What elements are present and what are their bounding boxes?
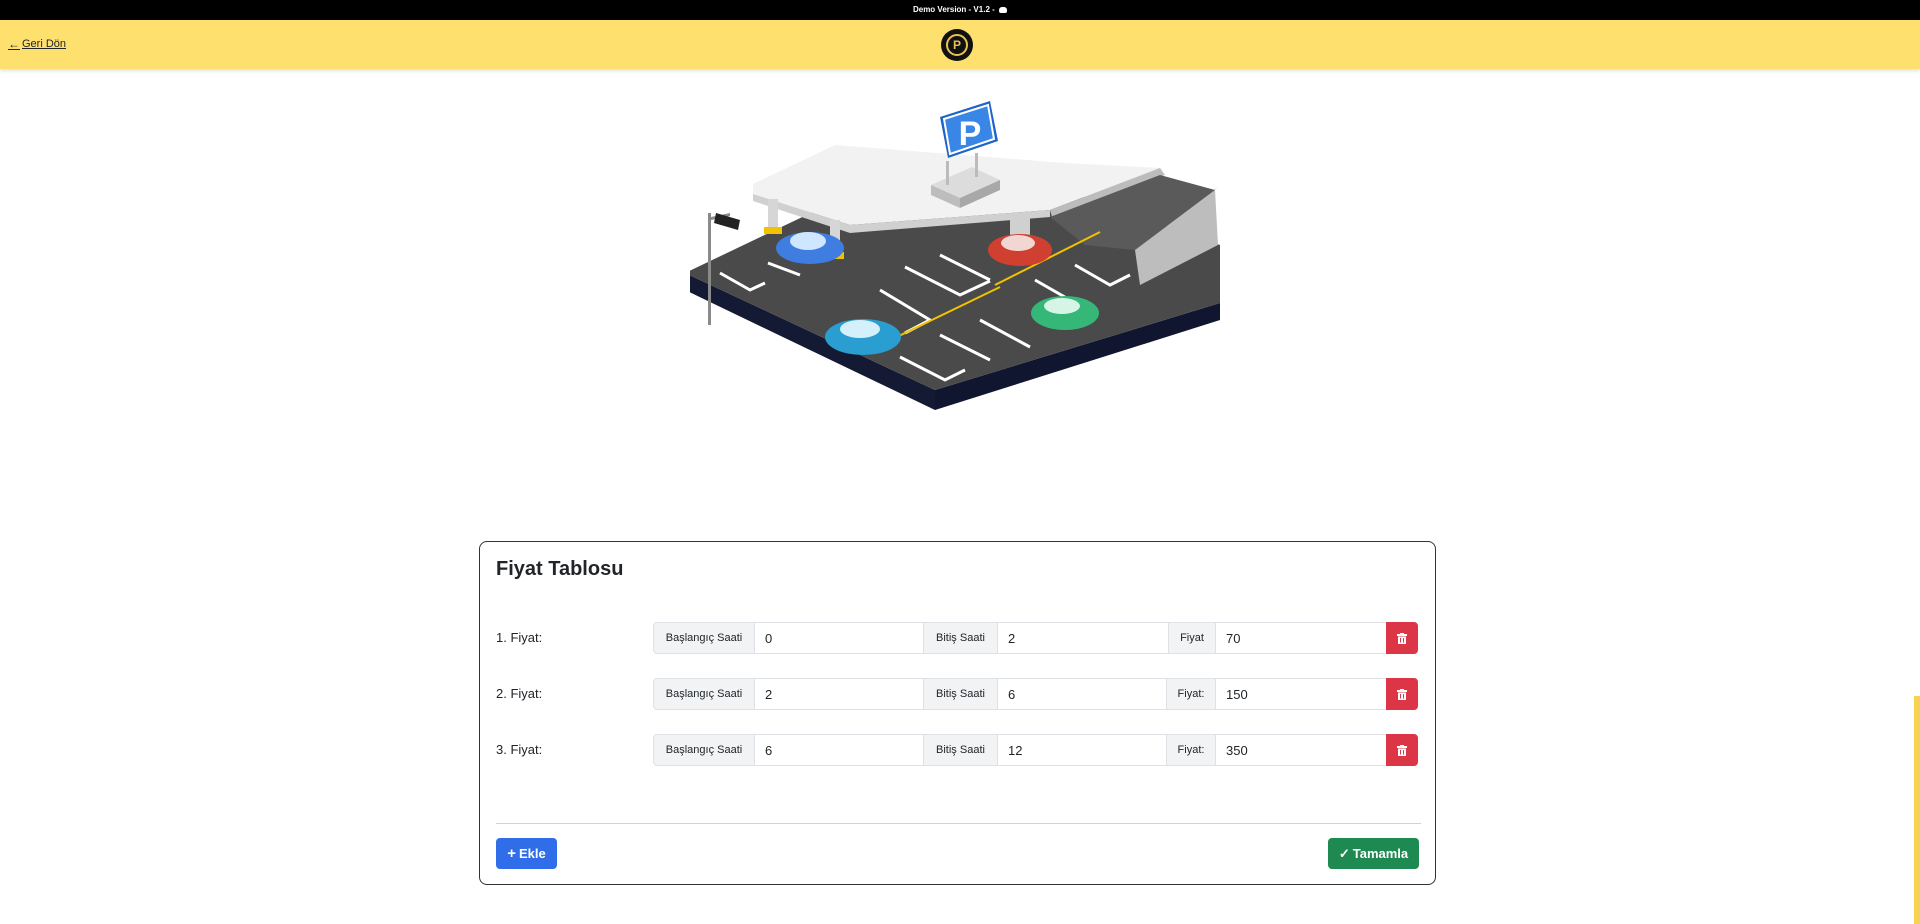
- price-input[interactable]: [1215, 734, 1387, 766]
- discord-icon[interactable]: [999, 6, 1008, 13]
- delete-row-button[interactable]: [1386, 678, 1418, 710]
- end-hour-input[interactable]: [997, 622, 1169, 654]
- price-row-label: 2. Fiyat:: [496, 686, 543, 701]
- end-hour-input[interactable]: [997, 734, 1167, 766]
- trash-icon: [1397, 744, 1407, 756]
- price-label: Fiyat: [1168, 622, 1216, 654]
- start-hour-label: Başlangıç Saati: [653, 622, 755, 654]
- price-row-3: 3. Fiyat: Başlangıç Saati Bitiş Saati Fi…: [496, 734, 1421, 766]
- sign-letter: P: [959, 115, 982, 153]
- arrow-left-icon: ←: [8, 36, 20, 51]
- logo-letter: P: [946, 34, 968, 56]
- parking-lot-illustration: P: [690, 101, 1220, 410]
- parking-logo-icon[interactable]: P: [941, 29, 973, 61]
- price-input[interactable]: [1215, 678, 1387, 710]
- plus-icon: +: [507, 845, 516, 862]
- start-hour-input[interactable]: [754, 734, 924, 766]
- start-hour-input[interactable]: [754, 678, 924, 710]
- end-hour-label: Bitiş Saati: [923, 678, 998, 710]
- back-link[interactable]: ← Geri Dön: [8, 36, 67, 51]
- price-row-label: 3. Fiyat:: [496, 742, 543, 757]
- end-hour-input[interactable]: [997, 678, 1167, 710]
- check-icon: ✓: [1338, 845, 1350, 861]
- delete-row-button[interactable]: [1386, 734, 1418, 766]
- app-header: ← Geri Dön P: [0, 20, 1920, 69]
- price-row-2: 2. Fiyat: Başlangıç Saati Bitiş Saati Fi…: [496, 678, 1421, 710]
- price-input[interactable]: [1215, 622, 1387, 654]
- trash-icon: [1397, 688, 1407, 700]
- end-hour-label: Bitiş Saati: [923, 622, 998, 654]
- scrollbar-thumb[interactable]: [1914, 696, 1920, 924]
- price-label: Fiyat:: [1166, 734, 1216, 766]
- done-label: Tamamla: [1352, 846, 1409, 861]
- end-hour-label: Bitiş Saati: [923, 734, 998, 766]
- price-table-card: Fiyat Tablosu 1. Fiyat: Başlangıç Saati …: [479, 541, 1436, 885]
- price-row-1: 1. Fiyat: Başlangıç Saati Bitiş Saati Fi…: [496, 622, 1421, 654]
- add-label: Ekle: [519, 846, 546, 861]
- price-label: Fiyat:: [1166, 678, 1216, 710]
- price-input-group: Başlangıç Saati Bitiş Saati Fiyat:: [653, 678, 1421, 710]
- delete-row-button[interactable]: [1386, 622, 1418, 654]
- complete-button[interactable]: ✓ Tamamla: [1328, 838, 1419, 869]
- start-hour-input[interactable]: [754, 622, 924, 654]
- demo-version-bar: Demo Version - V1.2 -: [0, 0, 1920, 20]
- trash-icon: [1397, 632, 1407, 644]
- price-table-title: Fiyat Tablosu: [496, 558, 624, 580]
- card-divider: [496, 823, 1421, 824]
- price-input-group: Başlangıç Saati Bitiş Saati Fiyat:: [653, 734, 1421, 766]
- add-price-button[interactable]: + Ekle: [496, 838, 557, 869]
- start-hour-label: Başlangıç Saati: [653, 734, 755, 766]
- price-input-group: Başlangıç Saati Bitiş Saati Fiyat: [653, 622, 1421, 654]
- demo-version-text: Demo Version - V1.2 -: [912, 5, 995, 14]
- back-label: Geri Dön: [22, 38, 67, 50]
- start-hour-label: Başlangıç Saati: [653, 678, 755, 710]
- price-row-label: 1. Fiyat:: [496, 630, 543, 645]
